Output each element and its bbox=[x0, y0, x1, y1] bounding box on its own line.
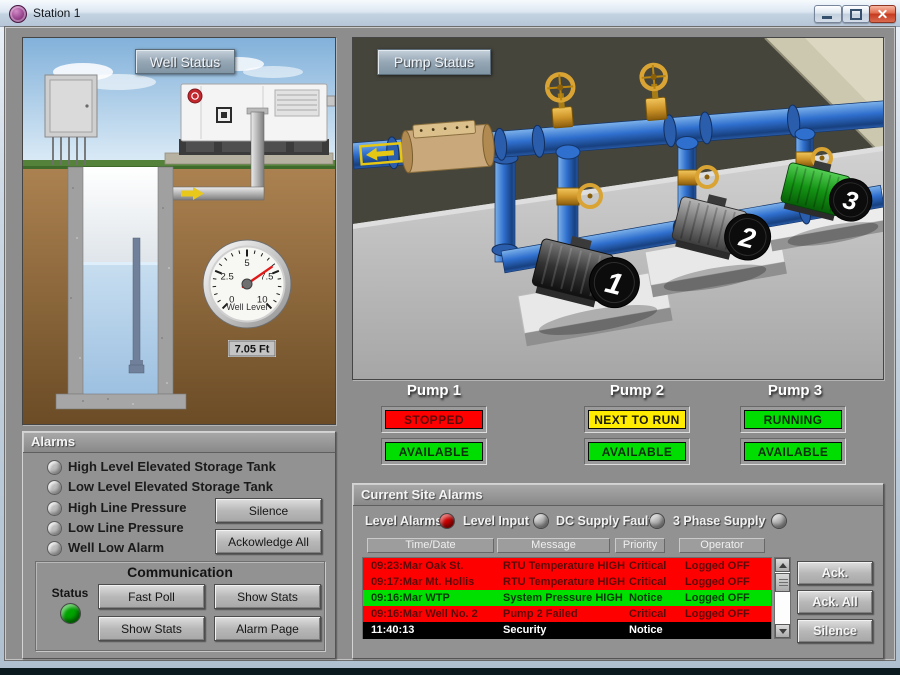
window-title: Station 1 bbox=[33, 6, 80, 20]
alarm-row[interactable]: 09:16:Mar Well No. 2Pump 2 Failed Critic… bbox=[363, 606, 771, 622]
silence-button[interactable]: Silence bbox=[215, 498, 322, 523]
well-status-button[interactable]: Well Status bbox=[135, 49, 235, 74]
alarm-scrollbar[interactable] bbox=[774, 557, 791, 639]
indicator-label: 3 Phase Supply bbox=[673, 514, 765, 528]
station-window: Station 1 bbox=[0, 0, 900, 675]
scroll-down-icon bbox=[779, 629, 787, 634]
alarm-row[interactable]: 09:17:Mar Mt. HollisRTU Temperature HIGH… bbox=[363, 574, 771, 590]
pump-3-availability: AVAILABLE bbox=[744, 442, 842, 461]
column-header-operator[interactable]: Operator bbox=[679, 538, 765, 553]
column-header-message[interactable]: Message bbox=[497, 538, 610, 553]
alarms-panel-title: Alarms bbox=[23, 432, 335, 453]
indicator-label: Level Input bbox=[463, 514, 529, 528]
column-header-priority[interactable]: Priority bbox=[615, 538, 665, 553]
scroll-down-button[interactable] bbox=[775, 624, 790, 638]
maximize-button[interactable] bbox=[842, 5, 870, 23]
well-water bbox=[83, 262, 158, 394]
scroll-thumb[interactable] bbox=[775, 573, 790, 592]
close-button[interactable] bbox=[869, 5, 896, 23]
alarm-radio-high-level[interactable] bbox=[47, 460, 62, 475]
pump-3-status: RUNNING bbox=[744, 410, 842, 429]
drop-pipe bbox=[133, 238, 140, 364]
check-valve bbox=[399, 119, 495, 173]
communication-group: Communication Status Fast Poll Show Stat… bbox=[35, 561, 325, 651]
pump-2-status: NEXT TO RUN bbox=[588, 410, 686, 429]
level-input-lamp bbox=[533, 513, 549, 529]
3-phase-supply-lamp bbox=[771, 513, 787, 529]
comm-status-label: Status bbox=[42, 586, 98, 600]
pump-3-label: Pump 3 bbox=[735, 382, 855, 399]
comm-status-lamp bbox=[60, 603, 81, 624]
minimize-button[interactable] bbox=[814, 5, 842, 23]
generator-logo bbox=[188, 89, 202, 103]
site-alarms-panel: Current Site Alarms Level Alarms Level I… bbox=[352, 483, 884, 659]
alarm-page-button[interactable]: Alarm Page bbox=[214, 616, 321, 641]
show-stats-button-2[interactable]: Show Stats bbox=[98, 616, 205, 641]
alarm-radio-high-line[interactable] bbox=[47, 501, 62, 516]
alarm-item-label: High Line Pressure bbox=[68, 500, 186, 515]
minimize-icon bbox=[822, 16, 832, 19]
well-level-gauge: 02.557.510 Well Level bbox=[203, 240, 291, 328]
well-scene-illustration: 02.557.510 Well Level 7.05 Ft bbox=[23, 38, 335, 424]
alarm-row[interactable]: 09:23:Mar Oak St.RTU Temperature HIGH Cr… bbox=[363, 558, 771, 574]
app-icon bbox=[9, 5, 27, 23]
pump-scene-illustration: 1 2 3 bbox=[353, 38, 883, 379]
fast-poll-button[interactable]: Fast Poll bbox=[98, 584, 205, 609]
alarms-panel: Alarms High Level Elevated Storage Tank … bbox=[22, 431, 336, 659]
pump-2-availability: AVAILABLE bbox=[588, 442, 686, 461]
desktop-edge bbox=[0, 668, 900, 675]
alarm-item-label: Low Level Elevated Storage Tank bbox=[68, 479, 273, 494]
alarm-item-label: Well Low Alarm bbox=[68, 540, 164, 555]
well-level-readout: 7.05 Ft bbox=[228, 340, 276, 357]
svg-text:2.5: 2.5 bbox=[221, 271, 234, 282]
titlebar: Station 1 bbox=[0, 0, 900, 27]
alarm-item-label: High Level Elevated Storage Tank bbox=[68, 459, 276, 474]
alarm-radio-low-level[interactable] bbox=[47, 480, 62, 495]
show-stats-button[interactable]: Show Stats bbox=[214, 584, 321, 609]
alarm-radio-low-line[interactable] bbox=[47, 521, 62, 536]
indicator-label: Level Alarms bbox=[365, 514, 442, 528]
alarm-row[interactable]: 11:40:13Security Notice bbox=[363, 622, 771, 639]
pump-1-availability: AVAILABLE bbox=[385, 442, 483, 461]
alarm-item-label: Low Line Pressure bbox=[68, 520, 184, 535]
pump-2-availability-frame: AVAILABLE bbox=[584, 438, 690, 465]
dc-supply-fault-lamp bbox=[649, 513, 665, 529]
scroll-up-icon bbox=[779, 563, 787, 568]
well bbox=[56, 167, 186, 409]
indicator-label: DC Supply Fault bbox=[556, 514, 653, 528]
pump-2-status-frame: NEXT TO RUN bbox=[584, 406, 690, 433]
pump-1-availability-frame: AVAILABLE bbox=[381, 438, 487, 465]
pump-status-button[interactable]: Pump Status bbox=[377, 49, 491, 75]
communication-title: Communication bbox=[36, 564, 324, 580]
acknowledge-all-button[interactable]: Ackowledge All bbox=[215, 529, 322, 554]
column-header-time-date[interactable]: Time/Date bbox=[367, 538, 494, 553]
pump-3-status-frame: RUNNING bbox=[740, 406, 846, 433]
pump-1-label: Pump 1 bbox=[374, 382, 494, 399]
alarm-list: 09:23:Mar Oak St.RTU Temperature HIGH Cr… bbox=[362, 557, 772, 639]
well-level-value: 7.05 Ft bbox=[235, 344, 270, 356]
pump-1-status-frame: STOPPED bbox=[381, 406, 487, 433]
pump-scene-panel: 1 2 3 Pump Status bbox=[352, 37, 884, 380]
maximize-icon bbox=[850, 9, 862, 20]
svg-text:5: 5 bbox=[244, 258, 249, 269]
well-scene-panel: 02.557.510 Well Level 7.05 Ft Well Statu… bbox=[22, 37, 336, 425]
scroll-grip-icon bbox=[779, 579, 788, 587]
alarm-radio-well-low[interactable] bbox=[47, 541, 62, 556]
pump-3-availability-frame: AVAILABLE bbox=[740, 438, 846, 465]
scroll-up-button[interactable] bbox=[775, 558, 790, 572]
alarm-silence-button[interactable]: Silence bbox=[797, 619, 873, 643]
level-alarms-lamp bbox=[439, 513, 455, 529]
site-alarms-title: Current Site Alarms bbox=[353, 484, 883, 506]
alarm-row[interactable]: 09:16:Mar WTPSystem Pressure HIGH Notice… bbox=[363, 590, 771, 606]
ack-button[interactable]: Ack. bbox=[797, 561, 873, 585]
gauge-label: Well Level bbox=[226, 302, 267, 312]
pump-1-status: STOPPED bbox=[385, 410, 483, 429]
pump-2-label: Pump 2 bbox=[577, 382, 697, 399]
ack-all-button[interactable]: Ack. All bbox=[797, 590, 873, 614]
